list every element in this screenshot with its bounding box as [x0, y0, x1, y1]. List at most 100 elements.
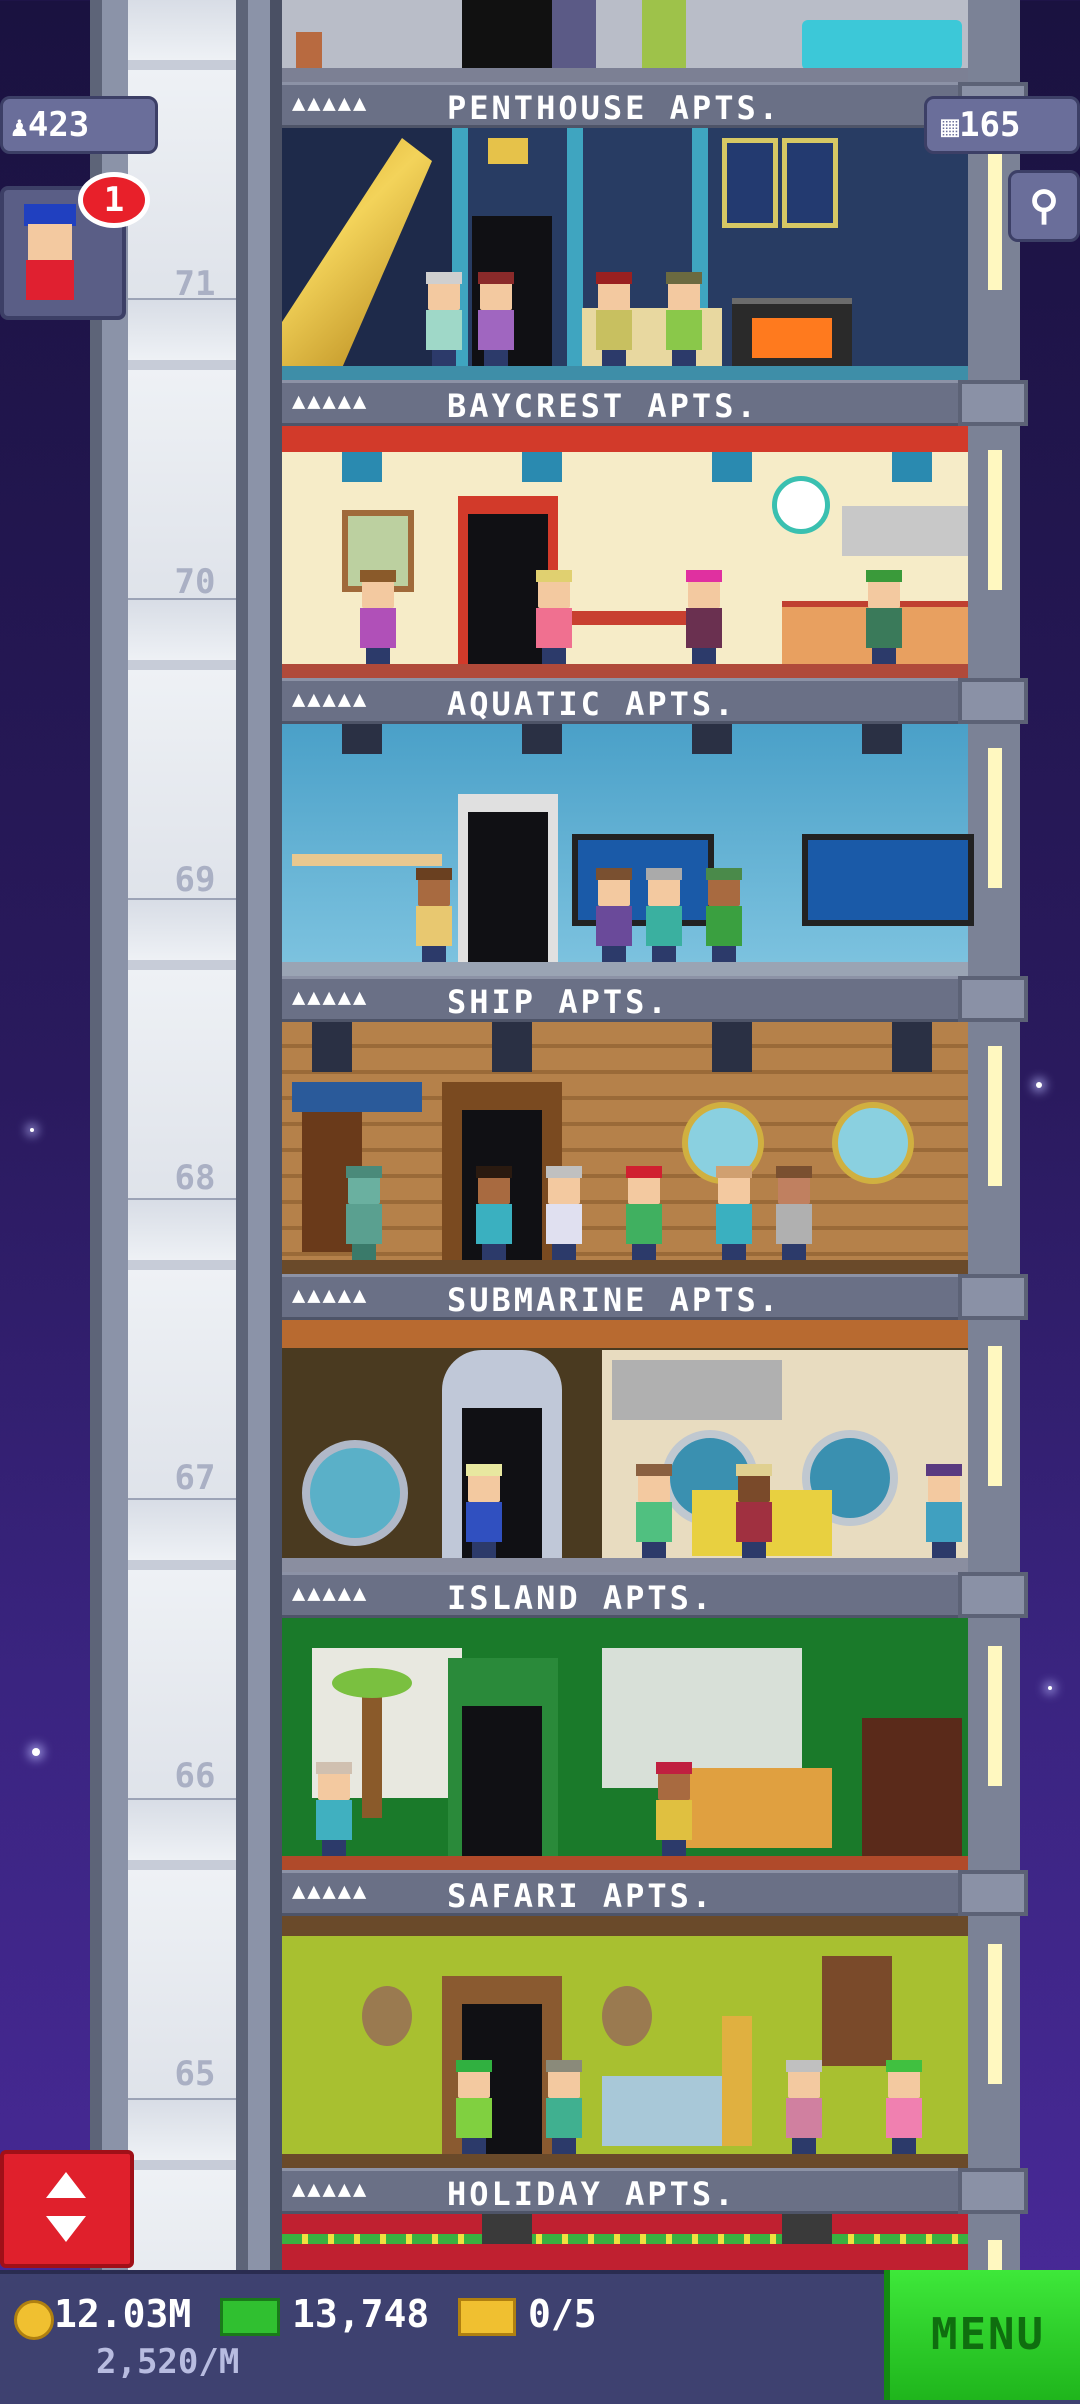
floor-title: SUBMARINE APTS. [447, 1281, 781, 1319]
person[interactable] [862, 570, 906, 664]
room-aquatic[interactable] [282, 724, 974, 976]
person[interactable] [312, 1762, 356, 1856]
person[interactable] [422, 272, 466, 366]
population-counter[interactable]: ♟423 [0, 96, 158, 154]
bux-total-value: 13,748 [292, 2292, 430, 2336]
sofa [802, 20, 962, 70]
floor-strip [282, 68, 968, 82]
floor-banner-penthouse[interactable]: ▲▲▲▲▲ PENTHOUSE APTS. [282, 82, 968, 128]
room-door[interactable] [468, 812, 548, 962]
partial-room-top[interactable] [282, 0, 968, 82]
lantern [712, 1022, 752, 1072]
person[interactable] [532, 570, 576, 664]
shelf [292, 854, 442, 866]
pillar-teal [567, 128, 583, 368]
person[interactable] [472, 1166, 516, 1260]
person[interactable] [342, 1166, 386, 1260]
person[interactable] [652, 1762, 696, 1856]
ceiling-trim [282, 1916, 968, 1936]
floor-banner-island[interactable]: ▲▲▲▲▲ ISLAND APTS. [282, 1572, 968, 1618]
person[interactable] [474, 272, 518, 366]
person[interactable] [642, 0, 686, 70]
floor-strip [282, 1260, 968, 1274]
floor-strip [282, 2154, 968, 2168]
person[interactable] [412, 868, 456, 962]
floor-title: ISLAND APTS. [447, 1579, 715, 1617]
floor-title: AQUATIC APTS. [447, 685, 737, 723]
floor-connector [958, 1572, 1028, 1618]
person[interactable] [622, 1166, 666, 1260]
person[interactable] [922, 1464, 966, 1558]
floor-banner-holiday[interactable]: ▲▲▲▲▲ HOLIDAY APTS. [282, 2168, 968, 2214]
room-island[interactable] [282, 1618, 968, 1870]
room-ship[interactable] [282, 1022, 968, 1274]
window-view [602, 1648, 802, 1788]
floor-star-rating: ▲▲▲▲▲ [292, 1283, 369, 1308]
person[interactable] [632, 1464, 676, 1558]
elevator-floor-number: 65 [174, 2054, 216, 2094]
floor-banner-aquatic[interactable]: ▲▲▲▲▲ AQUATIC APTS. [282, 678, 968, 724]
tower-left-wall [270, 0, 282, 2270]
person[interactable] [542, 1166, 586, 1260]
garland [282, 2234, 968, 2244]
room-holiday[interactable] [282, 2214, 968, 2270]
floor-connector [958, 678, 1028, 724]
elevator-button[interactable] [0, 2150, 134, 2268]
bux-value: 165 [959, 105, 1021, 145]
floor-title: PENTHOUSE APTS. [447, 89, 781, 127]
person[interactable] [552, 0, 596, 70]
menu-button[interactable]: MENU [884, 2270, 1080, 2400]
floor-banner-safari[interactable]: ▲▲▲▲▲ SAFARI APTS. [282, 1870, 968, 1916]
floor-strip [282, 1856, 968, 1870]
room-safari[interactable] [282, 1916, 968, 2168]
person[interactable] [542, 2060, 586, 2154]
pillar-light [988, 1944, 1002, 2084]
person[interactable] [772, 1166, 816, 1260]
person[interactable] [662, 272, 706, 366]
elevator-edge-left [90, 0, 102, 2270]
pillar-light [988, 1346, 1002, 1486]
lantern [492, 1022, 532, 1072]
room-baycrest[interactable] [282, 426, 968, 678]
search-button[interactable]: ⚲ [1008, 170, 1080, 242]
plant-pot [296, 32, 322, 68]
person[interactable] [642, 868, 686, 962]
bux-cash-icon [220, 2298, 280, 2336]
palm-tree [362, 1678, 382, 1818]
pillar-light [988, 2240, 1002, 2270]
ceiling-lamp [712, 452, 752, 482]
floor-banner-ship[interactable]: ▲▲▲▲▲ SHIP APTS. [282, 976, 968, 1022]
person[interactable] [462, 1464, 506, 1558]
person[interactable] [882, 2060, 926, 2154]
golden-staircase [282, 138, 432, 368]
person[interactable] [452, 2060, 496, 2154]
person[interactable] [592, 868, 636, 962]
bux-counter[interactable]: ▦165 [924, 96, 1080, 154]
room-door[interactable] [462, 1706, 542, 1856]
floor-star-rating: ▲▲▲▲▲ [292, 91, 369, 116]
person[interactable] [732, 1464, 776, 1558]
ceiling-lamp [522, 452, 562, 482]
floor-star-rating: ▲▲▲▲▲ [292, 687, 369, 712]
pillar-light [988, 150, 1002, 290]
person[interactable] [712, 1166, 756, 1260]
floor-banner-submarine[interactable]: ▲▲▲▲▲ SUBMARINE APTS. [282, 1274, 968, 1320]
floor-connector [958, 976, 1028, 1022]
ceiling-trim [282, 426, 968, 452]
person[interactable] [682, 570, 726, 664]
floor-banner-baycrest[interactable]: ▲▲▲▲▲ BAYCREST APTS. [282, 380, 968, 426]
room-penthouse[interactable] [282, 128, 968, 380]
fire [752, 318, 832, 358]
floor-connector [958, 380, 1028, 426]
aquarium [802, 834, 974, 926]
porthole [832, 1102, 914, 1184]
floor-strip [282, 664, 968, 678]
person[interactable] [782, 2060, 826, 2154]
person[interactable] [592, 272, 636, 366]
person[interactable] [702, 868, 746, 962]
floor-star-rating: ▲▲▲▲▲ [292, 2177, 369, 2202]
search-icon: ⚲ [1029, 183, 1059, 229]
person[interactable] [356, 570, 400, 664]
room-submarine[interactable] [282, 1320, 968, 1572]
ceiling-lamp [342, 724, 382, 754]
